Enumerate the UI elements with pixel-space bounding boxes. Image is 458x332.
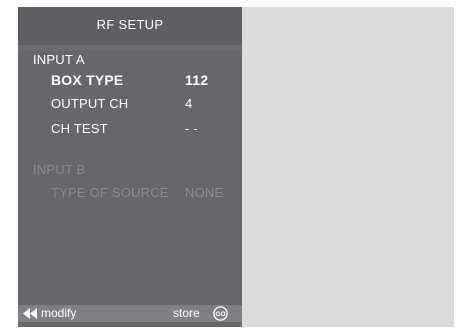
modify-label[interactable]: modify xyxy=(41,306,76,320)
store-label[interactable]: store xyxy=(173,306,200,320)
rewind-icon[interactable] xyxy=(23,308,37,319)
output-ch-label[interactable]: OUTPUT CH xyxy=(51,96,128,111)
menu-footer: modify store GO xyxy=(18,305,242,322)
box-type-label[interactable]: BOX TYPE xyxy=(51,72,123,88)
ch-test-label[interactable]: CH TEST xyxy=(51,121,108,136)
output-ch-value[interactable]: 4 xyxy=(185,96,192,111)
go-icon-text: GO xyxy=(215,311,225,318)
rf-setup-menu: RF SETUP INPUT A BOX TYPE 112 OUTPUT CH … xyxy=(18,7,242,327)
menu-header: RF SETUP xyxy=(18,7,242,45)
go-button-icon[interactable]: GO xyxy=(213,306,228,321)
box-type-value[interactable]: 112 xyxy=(185,72,208,88)
header-divider xyxy=(18,45,242,51)
type-of-source-value: NONE xyxy=(185,185,224,200)
menu-title: RF SETUP xyxy=(96,17,164,32)
ch-test-value[interactable]: - - xyxy=(185,121,198,136)
input-b-heading: INPUT B xyxy=(33,162,86,177)
input-a-heading: INPUT A xyxy=(33,52,85,67)
type-of-source-label: TYPE OF SOURCE xyxy=(51,185,169,200)
